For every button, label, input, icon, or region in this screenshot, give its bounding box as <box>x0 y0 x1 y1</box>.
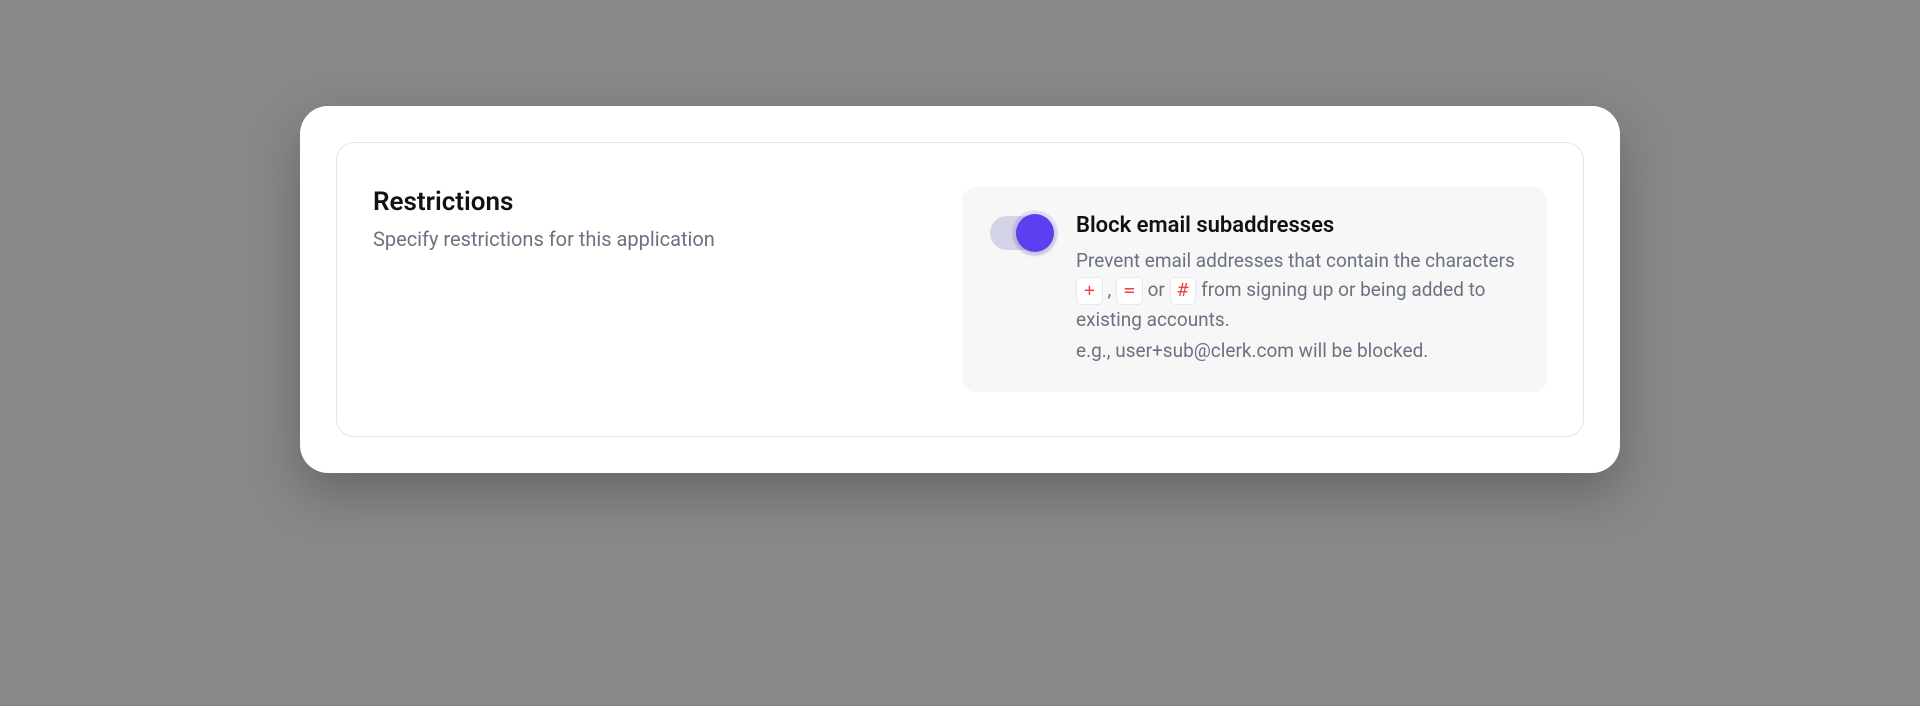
desc-sep2: or <box>1143 278 1170 301</box>
section-subtitle: Specify restrictions for this applicatio… <box>373 227 922 251</box>
restrictions-panel: Restrictions Specify restrictions for th… <box>336 142 1584 437</box>
desc-example: e.g., user+sub@clerk.com will be blocked… <box>1076 336 1519 365</box>
toggle-block-subaddresses[interactable] <box>990 216 1052 250</box>
char-badge-hash: # <box>1170 277 1197 304</box>
settings-card: Restrictions Specify restrictions for th… <box>300 106 1620 473</box>
setting-block-subaddresses: Block email subaddresses Prevent email a… <box>962 187 1547 392</box>
desc-sep1: , <box>1103 278 1116 301</box>
setting-content: Block email subaddresses Prevent email a… <box>1076 213 1519 366</box>
setting-description: Prevent email addresses that contain the… <box>1076 246 1519 366</box>
char-badge-equals: = <box>1116 277 1143 304</box>
section-header: Restrictions Specify restrictions for th… <box>373 187 922 251</box>
section-title: Restrictions <box>373 187 922 217</box>
desc-prefix: Prevent email addresses that contain the… <box>1076 249 1515 272</box>
setting-title: Block email subaddresses <box>1076 213 1519 238</box>
char-badge-plus: + <box>1076 277 1103 304</box>
toggle-knob <box>1016 214 1054 252</box>
settings-list: Block email subaddresses Prevent email a… <box>962 187 1547 392</box>
